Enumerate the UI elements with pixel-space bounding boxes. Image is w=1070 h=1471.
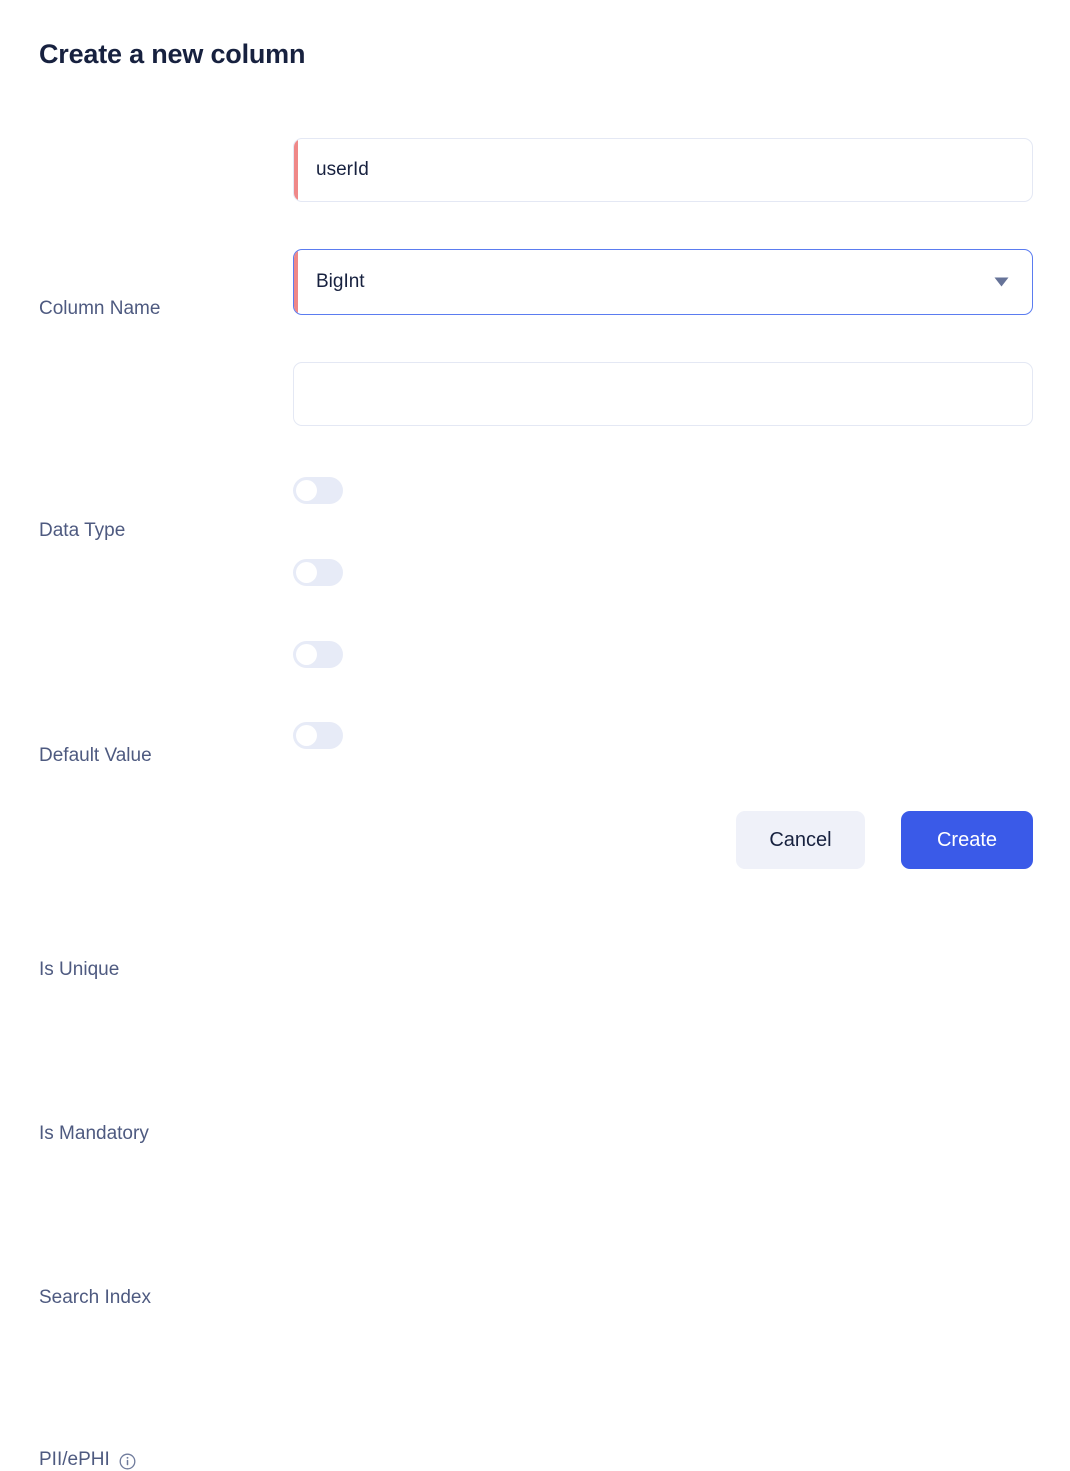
column-name-field-wrapper[interactable] [293, 138, 1033, 202]
create-button[interactable]: Create [901, 811, 1033, 869]
data-type-selected-value: BigInt [316, 271, 365, 292]
cancel-button[interactable]: Cancel [736, 811, 865, 869]
label-data-type: Data Type [39, 520, 126, 541]
page-title: Create a new column [39, 39, 306, 69]
label-pii-ephi: PII/ePHI [39, 1449, 110, 1470]
toggle-knob [296, 725, 317, 746]
toggle-is-unique[interactable] [293, 477, 343, 504]
form-row-is-unique: Is Unique [0, 478, 1070, 980]
label-is-mandatory: Is Mandatory [39, 1123, 149, 1144]
toggle-pii-ephi[interactable] [293, 722, 343, 749]
info-icon[interactable] [119, 1453, 136, 1470]
form-row-pii-ephi: PII/ePHI [0, 723, 1070, 1470]
default-value-input[interactable] [294, 363, 1032, 425]
toggle-knob [296, 480, 317, 501]
data-type-select[interactable]: BigInt [293, 249, 1033, 315]
label-search-index: Search Index [39, 1287, 151, 1308]
label-is-unique: Is Unique [39, 959, 120, 980]
toggle-knob [296, 644, 317, 665]
create-column-dialog: Create a new column Column Name Data Typ… [0, 0, 1070, 1470]
column-name-input[interactable] [294, 139, 1032, 201]
form-row-search-index: Search Index [0, 642, 1070, 1308]
toggle-is-mandatory[interactable] [293, 559, 343, 586]
dialog-footer: Cancel Create [736, 811, 1033, 869]
form-row-is-mandatory: Is Mandatory [0, 560, 1070, 1144]
toggle-search-index[interactable] [293, 641, 343, 668]
chevron-down-icon[interactable] [993, 276, 1010, 288]
label-pii-ephi-group: PII/ePHI [39, 1449, 136, 1471]
default-value-field-wrapper[interactable] [293, 362, 1033, 426]
toggle-knob [296, 562, 317, 583]
